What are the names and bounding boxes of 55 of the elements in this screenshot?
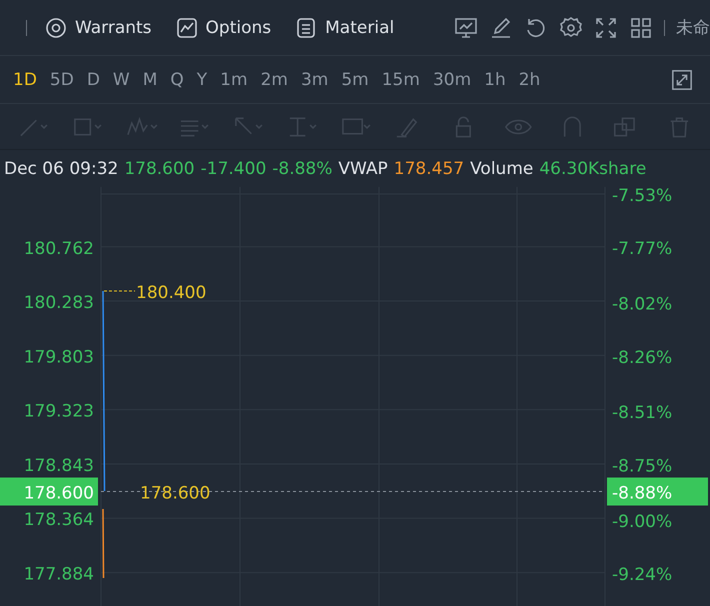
price-change: -17.400 — [200, 158, 266, 178]
percent-axis-label: -7.53% — [612, 187, 672, 206]
period-tab[interactable]: 2h — [514, 70, 546, 90]
percent-change: -8.88% — [272, 158, 332, 178]
price-axis-label: 179.323 — [24, 402, 94, 422]
settings-icon[interactable] — [559, 16, 583, 40]
chart-icon[interactable] — [454, 16, 478, 40]
percent-axis-label: -8.02% — [612, 294, 672, 315]
period-tab[interactable]: 1h — [479, 70, 511, 90]
price-axis-label: 178.843 — [24, 456, 94, 476]
price-axis-label: 180.762 — [24, 238, 94, 259]
toolbar-tab[interactable]: Options — [176, 16, 272, 38]
period-tab[interactable]: 15m — [376, 70, 425, 90]
document-icon — [295, 16, 318, 38]
percent-axis-label: -9.00% — [612, 512, 672, 532]
toolbar-tab[interactable]: Warrants — [45, 16, 152, 38]
expand-icon[interactable] — [671, 68, 693, 90]
high-marker-line — [104, 290, 136, 292]
percent-tag: -8.88% — [607, 478, 708, 506]
percent-axis-label: -8.75% — [612, 456, 672, 476]
price-axis-label: 177.884 — [24, 564, 94, 585]
volume-label: Volume — [470, 158, 534, 178]
percent-axis-label: -7.77% — [612, 239, 672, 260]
percent-axis-label: -9.24% — [612, 565, 672, 585]
volume-value: 46.30Kshare — [539, 158, 646, 178]
vwap-value: 178.457 — [394, 158, 464, 178]
period-tab[interactable]: 1D — [8, 70, 42, 90]
period-tab[interactable]: D — [82, 70, 105, 90]
percent-axis-label: -8.51% — [612, 403, 672, 424]
grid-icon[interactable] — [629, 16, 653, 40]
period-tab[interactable]: 3m — [296, 70, 334, 90]
price-line-label: 178.600 — [140, 484, 210, 504]
price-axis-label: 179.803 — [24, 347, 94, 368]
price-axis-label: 180.283 — [24, 293, 94, 313]
edit-icon[interactable] — [489, 16, 513, 40]
price-axis-label: 178.364 — [24, 510, 94, 530]
period-tab[interactable]: Y — [192, 70, 212, 90]
period-tab[interactable]: Q — [165, 70, 189, 90]
timestamp: Dec 06 09:32 — [4, 158, 118, 178]
last-price: 178.600 — [124, 158, 195, 178]
period-tab[interactable]: 1m — [215, 70, 253, 90]
price-tag: 178.600 — [0, 478, 98, 506]
vwap-label: VWAP — [338, 158, 388, 178]
period-tab[interactable]: 30m — [428, 70, 476, 90]
fullscreen-icon[interactable] — [594, 16, 618, 40]
toolbar-tab[interactable]: Material — [295, 16, 394, 38]
tab-label[interactable]: 未命 — [676, 16, 710, 39]
period-tab[interactable]: M — [138, 70, 162, 90]
period-tab[interactable]: W — [108, 70, 135, 90]
chart-icon — [176, 16, 198, 38]
high-price-label: 180.400 — [136, 283, 206, 303]
period-tab[interactable]: 5m — [336, 70, 374, 90]
percent-axis-label: -8.26% — [612, 348, 672, 368]
period-tab[interactable]: 5D — [44, 70, 79, 90]
period-tab[interactable]: 2m — [256, 70, 293, 90]
